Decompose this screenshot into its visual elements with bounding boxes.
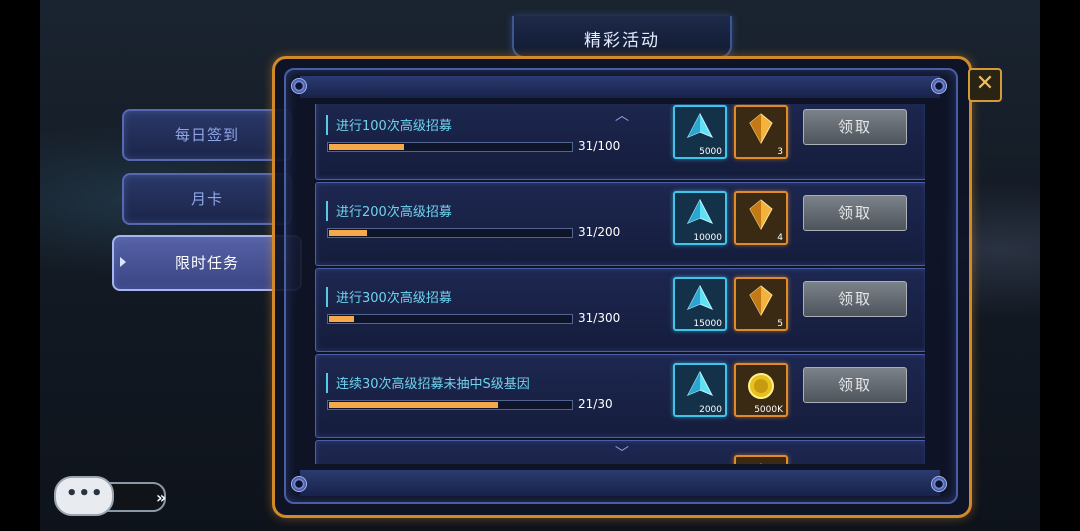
reward-slot[interactable]: 2000 xyxy=(673,363,727,417)
reward-amount: 15000 xyxy=(693,319,722,329)
claim-button[interactable]: 领取 xyxy=(803,367,907,403)
progress-fill xyxy=(329,316,354,322)
progress-count: 21/30 xyxy=(578,397,613,411)
bottom-rail xyxy=(300,470,940,496)
task-title: 连续30次高级招募未抽中S级基因 xyxy=(336,377,530,392)
task-title: 进行100次高级招募 xyxy=(336,119,452,134)
claim-button[interactable]: 领取 xyxy=(803,195,907,231)
task-row: 连续30次高级招募未抽中S级基因 21/30 2000 5000K 领取 xyxy=(315,354,925,438)
double-chevron-right-icon: » xyxy=(156,488,167,507)
reward-slot[interactable]: 5 xyxy=(734,277,788,331)
progress-bar xyxy=(327,228,573,238)
task-list[interactable]: 进行100次高级招募 ︿ 31/100 5000 3 领取 进行200次高级招募… xyxy=(315,104,925,464)
tab-daily-signin[interactable]: 每日签到 xyxy=(122,109,292,161)
reward-amount: 2000 xyxy=(699,405,722,415)
progress-count: 31/100 xyxy=(578,139,621,153)
reward-amount: 4 xyxy=(777,233,783,243)
reward-slot[interactable]: 4 xyxy=(734,191,788,245)
reward-amount: 5000 xyxy=(699,147,722,157)
title-bar: 精彩活动 xyxy=(512,16,732,58)
blue-crystal-icon xyxy=(686,284,714,310)
progress-fill xyxy=(329,402,499,408)
gold-crystal-icon xyxy=(749,285,773,317)
gold-crystal-icon xyxy=(749,199,773,231)
task-row: 进行300次高级招募 31/300 15000 5 领取 xyxy=(315,268,925,352)
progress-bar xyxy=(327,142,573,152)
row-accent xyxy=(326,287,328,307)
chat-button[interactable]: » ••• xyxy=(52,476,167,516)
reward-amount: 10000 xyxy=(693,233,722,243)
reward-amount: 3 xyxy=(777,147,783,157)
task-row: ﹀ xyxy=(315,440,925,464)
claim-button[interactable]: 领取 xyxy=(803,281,907,317)
progress-fill xyxy=(329,230,367,236)
chat-bubble-icon: ••• xyxy=(54,476,114,516)
reward-slot[interactable]: 15000 xyxy=(673,277,727,331)
row-accent xyxy=(326,115,328,135)
gold-coin-icon xyxy=(748,373,774,399)
progress-count: 31/300 xyxy=(578,311,621,325)
close-button[interactable]: ✕ xyxy=(968,68,1002,102)
bolt-icon xyxy=(291,476,307,492)
task-title: 进行200次高级招募 xyxy=(336,205,452,220)
claim-button[interactable]: 领取 xyxy=(803,109,907,145)
reward-slot[interactable] xyxy=(734,455,788,464)
tab-label: 月卡 xyxy=(190,190,223,208)
progress-fill xyxy=(329,144,405,150)
reward-slot[interactable]: 3 xyxy=(734,105,788,159)
top-rail xyxy=(300,76,940,98)
task-row: 进行100次高级招募 ︿ 31/100 5000 3 领取 xyxy=(315,104,925,180)
reward-slot[interactable]: 5000 xyxy=(673,105,727,159)
tab-monthly-card[interactable]: 月卡 xyxy=(122,173,292,225)
reward-slot[interactable]: 5000K xyxy=(734,363,788,417)
letterbox-left xyxy=(0,0,40,531)
row-accent xyxy=(326,201,328,221)
bolt-icon xyxy=(931,476,947,492)
chevron-down-icon[interactable]: ﹀ xyxy=(615,443,629,463)
ellipsis-icon: ••• xyxy=(66,483,104,504)
reward-amount: 5 xyxy=(777,319,783,329)
row-accent xyxy=(326,373,328,393)
blue-crystal-icon xyxy=(686,112,714,138)
bolt-icon xyxy=(931,78,947,94)
gold-crystal-icon xyxy=(749,113,773,145)
blue-crystal-icon xyxy=(686,370,714,396)
task-row: 进行200次高级招募 31/200 10000 4 领取 xyxy=(315,182,925,266)
reward-amount: 5000K xyxy=(754,405,783,415)
blue-crystal-icon xyxy=(686,198,714,224)
chevron-up-icon[interactable]: ︿ xyxy=(615,105,629,125)
bolt-icon xyxy=(291,78,307,94)
tab-label: 每日签到 xyxy=(174,126,239,144)
page-title: 精彩活动 xyxy=(584,31,660,51)
task-title: 进行300次高级招募 xyxy=(336,291,452,306)
progress-bar xyxy=(327,400,573,410)
reward-slot[interactable]: 10000 xyxy=(673,191,727,245)
progress-count: 31/200 xyxy=(578,225,621,239)
letterbox-right xyxy=(1040,0,1080,531)
gold-crystal-icon xyxy=(760,463,762,464)
progress-bar xyxy=(327,314,573,324)
